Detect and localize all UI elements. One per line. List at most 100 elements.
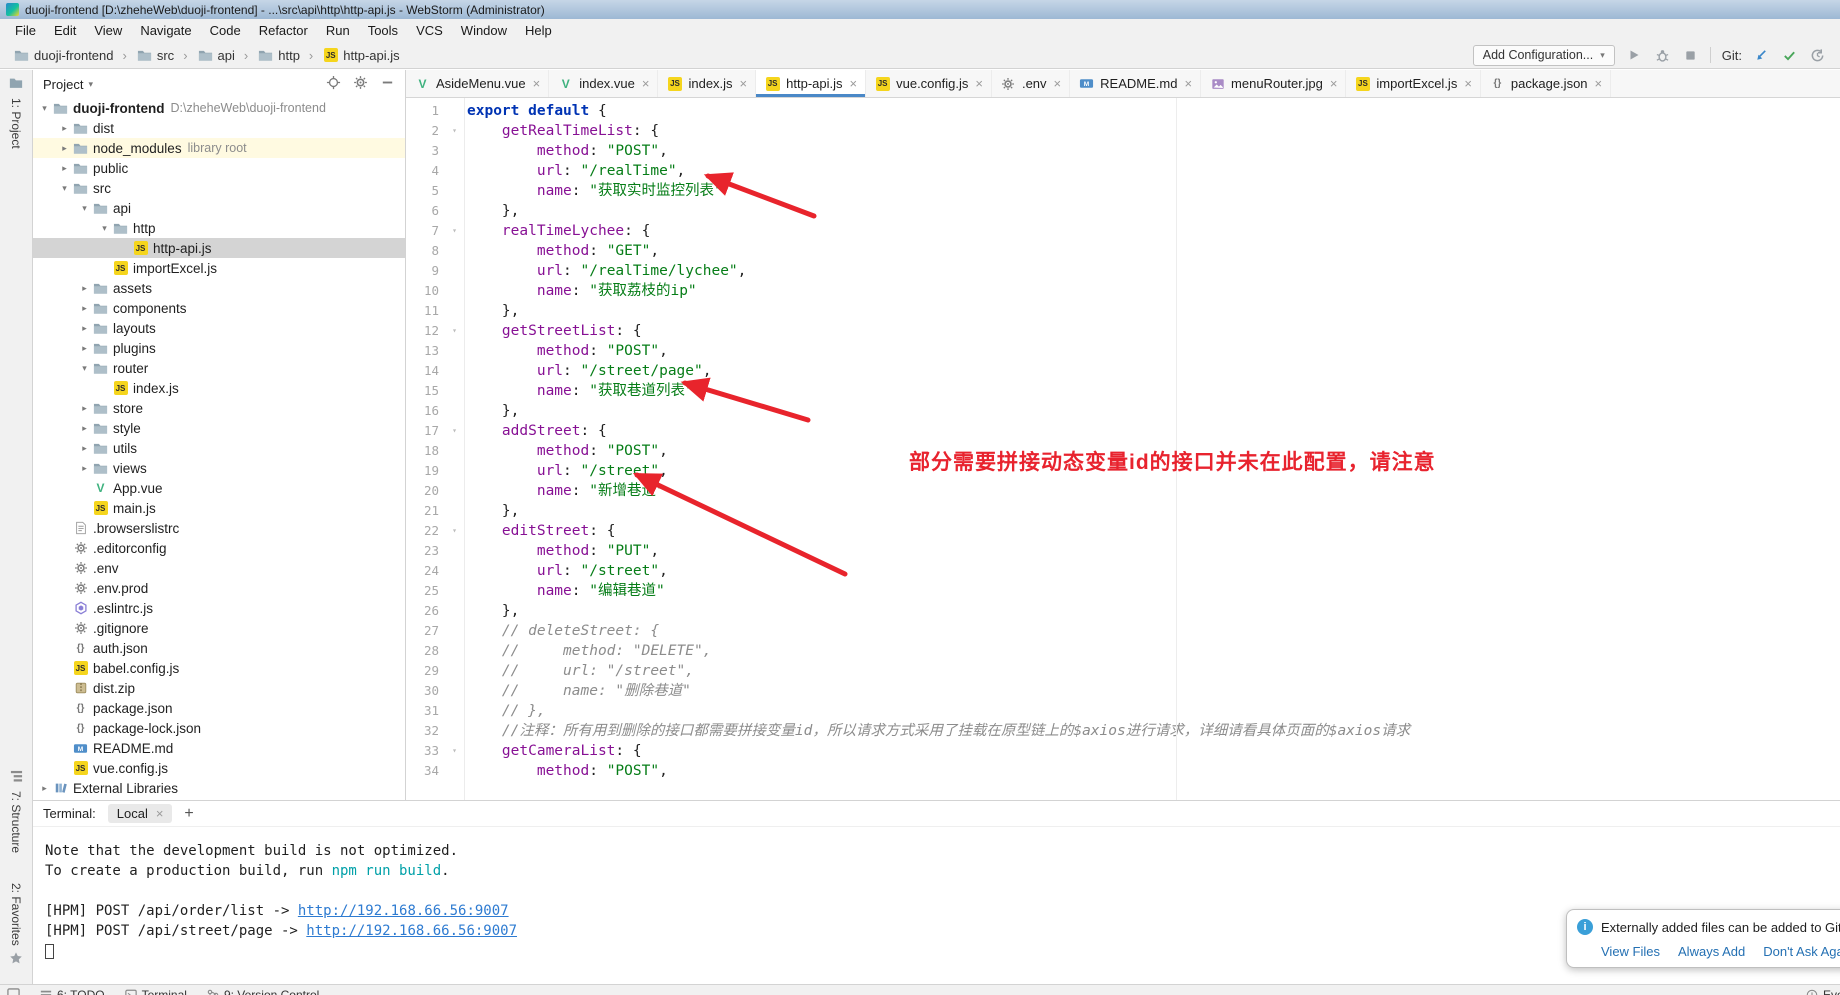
close-tab-icon[interactable]: ×	[642, 76, 650, 91]
breadcrumb-item-duoji-frontend[interactable]: duoji-frontend	[10, 46, 117, 64]
menu-refactor[interactable]: Refactor	[250, 21, 317, 40]
tree-chevron-icon[interactable]: ▾	[97, 223, 112, 234]
tree-item-External Libraries[interactable]: ▸External Libraries	[33, 778, 405, 798]
tree-item-importExcel.js[interactable]: JSimportExcel.js	[33, 258, 405, 278]
tree-item-.browserslistrc[interactable]: .browserslistrc	[33, 518, 405, 538]
terminal-tab-local[interactable]: Local×	[108, 804, 173, 823]
breadcrumb-item-api[interactable]: api	[194, 46, 238, 64]
close-tab-icon[interactable]: ×	[1054, 76, 1062, 91]
tree-chevron-icon[interactable]: ▸	[77, 343, 92, 354]
fold-marker-icon[interactable]: ▾	[446, 221, 463, 241]
menu-run[interactable]: Run	[317, 21, 359, 40]
tree-chevron-icon[interactable]: ▸	[77, 423, 92, 434]
tree-item-App.vue[interactable]: VApp.vue	[33, 478, 405, 498]
chevron-down-icon[interactable]: ▾	[88, 79, 93, 90]
tree-item-package-lock.json[interactable]: {}package-lock.json	[33, 718, 405, 738]
debug-button[interactable]	[1654, 47, 1671, 64]
close-tab-icon[interactable]: ×	[1184, 76, 1192, 91]
tree-chevron-icon[interactable]: ▾	[77, 363, 92, 374]
statusbar-todo[interactable]: 6: TODO	[40, 988, 105, 995]
tree-chevron-icon[interactable]: ▸	[77, 303, 92, 314]
editor-tab-AsideMenu.vue[interactable]: VAsideMenu.vue×	[406, 70, 549, 97]
stop-button[interactable]	[1682, 47, 1699, 64]
commit-icon[interactable]	[1781, 47, 1798, 64]
tool-window-project-button[interactable]: 1: Project	[9, 76, 23, 149]
menu-edit[interactable]: Edit	[45, 21, 85, 40]
editor-tab-package.json[interactable]: {}package.json×	[1481, 70, 1611, 97]
tree-item-public[interactable]: ▸public	[33, 158, 405, 178]
editor-tab-importExcel.js[interactable]: JSimportExcel.js×	[1346, 70, 1481, 97]
tree-chevron-icon[interactable]: ▸	[77, 443, 92, 454]
close-tab-icon[interactable]: ×	[850, 76, 858, 91]
tree-item-api[interactable]: ▾api	[33, 198, 405, 218]
tree-chevron-icon[interactable]: ▸	[77, 283, 92, 294]
editor-tab-index.js[interactable]: JSindex.js×	[658, 70, 756, 97]
close-tab-icon[interactable]: ×	[740, 76, 748, 91]
tree-item-vue.config.js[interactable]: JSvue.config.js	[33, 758, 405, 778]
breadcrumb-item-src[interactable]: src	[133, 46, 177, 64]
close-tab-icon[interactable]: ×	[533, 76, 541, 91]
tree-chevron-icon[interactable]: ▸	[57, 143, 72, 154]
run-button[interactable]	[1626, 47, 1643, 64]
tree-item-http-api.js[interactable]: JShttp-api.js	[33, 238, 405, 258]
tree-item-babel.config.js[interactable]: JSbabel.config.js	[33, 658, 405, 678]
tree-item-layouts[interactable]: ▸layouts	[33, 318, 405, 338]
tree-item-plugins[interactable]: ▸plugins	[33, 338, 405, 358]
tree-item-.eslintrc.js[interactable]: .eslintrc.js	[33, 598, 405, 618]
menu-navigate[interactable]: Navigate	[131, 21, 200, 40]
tree-item-README.md[interactable]: MREADME.md	[33, 738, 405, 758]
history-icon[interactable]	[1809, 47, 1826, 64]
view-files-link[interactable]: View Files	[1601, 944, 1660, 959]
tree-item-utils[interactable]: ▸utils	[33, 438, 405, 458]
tree-chevron-icon[interactable]: ▸	[57, 163, 72, 174]
editor-tab-vue.config.js[interactable]: JSvue.config.js×	[866, 70, 992, 97]
locate-file-icon[interactable]	[326, 75, 341, 93]
tree-item-dist.zip[interactable]: dist.zip	[33, 678, 405, 698]
menu-window[interactable]: Window	[452, 21, 516, 40]
new-terminal-icon[interactable]: +	[184, 805, 193, 823]
tree-chevron-icon[interactable]: ▸	[37, 783, 52, 794]
tree-item-assets[interactable]: ▸assets	[33, 278, 405, 298]
tree-chevron-icon[interactable]: ▾	[77, 203, 92, 214]
tree-item-package.json[interactable]: {}package.json	[33, 698, 405, 718]
update-project-icon[interactable]	[1753, 47, 1770, 64]
tree-item-node_modules[interactable]: ▸node_moduleslibrary root	[33, 138, 405, 158]
statusbar-version-control[interactable]: 9: Version Control	[207, 988, 319, 995]
toolwindow-toggle-icon[interactable]	[7, 988, 20, 995]
breadcrumb-item-http[interactable]: http	[254, 46, 303, 64]
fold-marker-icon[interactable]: ▾	[446, 421, 463, 441]
tree-item-duoji-frontend[interactable]: ▾duoji-frontendD:\zheheWeb\duoji-fronten…	[33, 98, 405, 118]
tree-item-router[interactable]: ▾router	[33, 358, 405, 378]
tool-window-structure-button[interactable]: 7: Structure	[9, 770, 23, 853]
project-panel-title[interactable]: Project	[43, 77, 83, 92]
statusbar-terminal[interactable]: Terminal	[125, 988, 187, 995]
tree-chevron-icon[interactable]: ▸	[77, 323, 92, 334]
tree-item-index.js[interactable]: JSindex.js	[33, 378, 405, 398]
tree-item-style[interactable]: ▸style	[33, 418, 405, 438]
close-tab-icon[interactable]: ×	[1595, 76, 1603, 91]
fold-marker-icon[interactable]: ▾	[446, 121, 463, 141]
hide-panel-icon[interactable]	[380, 75, 395, 93]
dont-ask-again-link[interactable]: Don't Ask Again	[1763, 944, 1840, 959]
tree-item-src[interactable]: ▾src	[33, 178, 405, 198]
code-editor[interactable]: 1export default {2▾ getRealTimeList: {3 …	[406, 98, 1840, 800]
tree-chevron-icon[interactable]: ▾	[57, 183, 72, 194]
fold-marker-icon[interactable]: ▾	[446, 521, 463, 541]
menu-vcs[interactable]: VCS	[407, 21, 452, 40]
menu-file[interactable]: File	[6, 21, 45, 40]
menu-code[interactable]: Code	[201, 21, 250, 40]
editor-tab-menuRouter.jpg[interactable]: menuRouter.jpg×	[1201, 70, 1346, 97]
tree-chevron-icon[interactable]: ▾	[37, 103, 52, 114]
close-terminal-tab-icon[interactable]: ×	[156, 806, 164, 821]
editor-tab-README.md[interactable]: MREADME.md×	[1070, 70, 1201, 97]
tree-chevron-icon[interactable]: ▸	[77, 403, 92, 414]
tree-item-auth.json[interactable]: {}auth.json	[33, 638, 405, 658]
breadcrumb-item-http-api.js[interactable]: JShttp-api.js	[319, 46, 402, 64]
tree-chevron-icon[interactable]: ▸	[57, 123, 72, 134]
close-tab-icon[interactable]: ×	[975, 76, 983, 91]
tree-item-dist[interactable]: ▸dist	[33, 118, 405, 138]
fold-marker-icon[interactable]: ▾	[446, 321, 463, 341]
fold-marker-icon[interactable]: ▾	[446, 741, 463, 761]
tree-item-store[interactable]: ▸store	[33, 398, 405, 418]
tree-item-.editorconfig[interactable]: .editorconfig	[33, 538, 405, 558]
